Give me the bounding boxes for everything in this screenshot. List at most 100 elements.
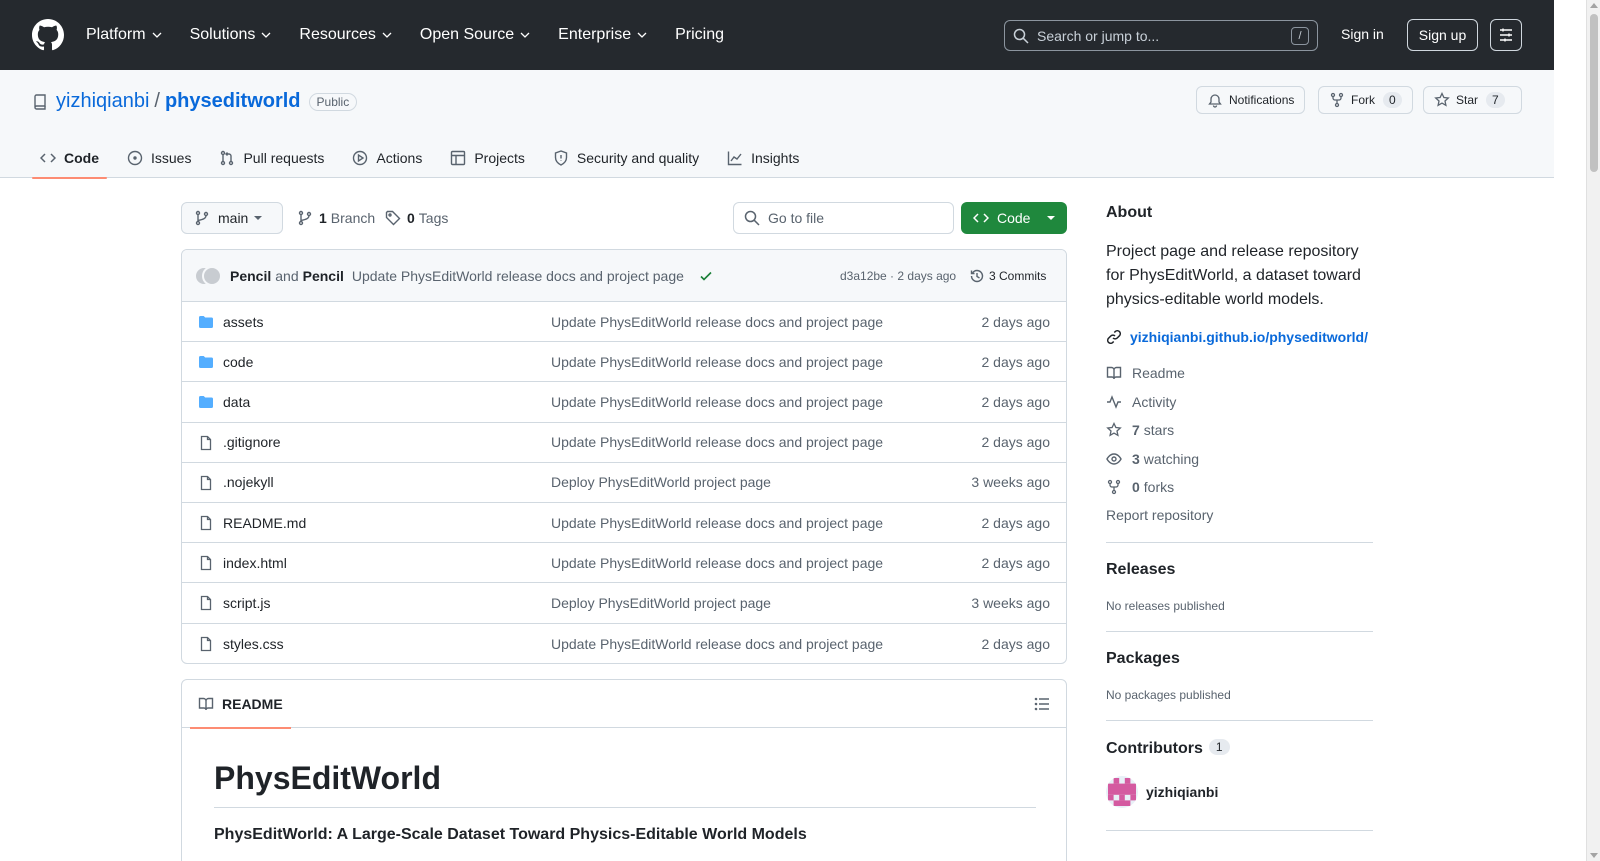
file-commit-message-link[interactable]: Deploy PhysEditWorld project page — [551, 474, 771, 490]
readme-tab[interactable]: README — [190, 680, 291, 729]
file-row[interactable]: .gitignore Update PhysEditWorld release d… — [182, 423, 1066, 463]
file-commit-message-link[interactable]: Update PhysEditWorld release docs and pr… — [551, 394, 883, 410]
stars-link[interactable]: 7 stars — [1106, 422, 1174, 438]
nav-label: Resources — [299, 26, 376, 43]
commit-sha-link[interactable]: d3a12be · 2 days ago — [840, 269, 956, 283]
scrollbar-thumb[interactable] — [1590, 14, 1598, 172]
stars-label: stars — [1143, 422, 1175, 438]
file-commit-message-link[interactable]: Update PhysEditWorld release docs and pr… — [551, 434, 883, 450]
file-row[interactable]: styles.css Update PhysEditWorld release d… — [182, 624, 1066, 664]
nav-resources[interactable]: Resources — [299, 26, 392, 44]
global-header: Platform Solutions Resources Open Source… — [0, 0, 1554, 70]
branch-name: main — [218, 210, 249, 226]
forks-link[interactable]: 0 forks — [1106, 479, 1174, 495]
scroll-down-arrow-icon[interactable] — [1590, 853, 1598, 858]
repo-owner-link[interactable]: yizhiqianbi — [56, 90, 149, 113]
file-commit-message-link[interactable]: Update PhysEditWorld release docs and pr… — [551, 515, 883, 531]
file-name-link[interactable]: code — [223, 354, 253, 370]
file-name-link[interactable]: data — [223, 394, 250, 410]
command-palette-button[interactable] — [1490, 19, 1522, 51]
file-list: assets Update PhysEditWorld release docs … — [182, 302, 1066, 664]
tab-security[interactable]: Security and quality — [545, 138, 707, 178]
nav-label: Platform — [86, 26, 146, 43]
branch-selector-button[interactable]: main — [181, 202, 283, 234]
readme-link[interactable]: Readme — [1106, 365, 1185, 381]
sign-in-link[interactable]: Sign in — [1341, 26, 1384, 42]
file-name-link[interactable]: assets — [223, 314, 263, 330]
homepage-link[interactable]: yizhiqianbi.github.io/physeditworld/ — [1106, 329, 1368, 345]
github-logo-icon[interactable] — [32, 19, 64, 51]
file-commit-message-link[interactable]: Update PhysEditWorld release docs and pr… — [551, 636, 883, 652]
list-icon[interactable] — [1034, 696, 1050, 712]
tab-projects[interactable]: Projects — [442, 138, 533, 178]
file-row[interactable]: code Update PhysEditWorld release docs an… — [182, 342, 1066, 383]
star-button[interactable]: Star 7 — [1423, 86, 1522, 114]
commits-history-link[interactable]: 3 Commits — [969, 268, 1046, 284]
packages-heading[interactable]: Packages — [1106, 650, 1180, 668]
file-row[interactable]: .nojekyll Deploy PhysEditWorld project pa… — [182, 463, 1066, 503]
contributor-item[interactable]: yizhiqianbi — [1106, 776, 1218, 808]
commit-author-link[interactable]: Pencil — [230, 268, 271, 284]
tab-insights[interactable]: Insights — [719, 138, 807, 178]
contributors-heading[interactable]: Contributors 1 — [1106, 739, 1230, 758]
file-row[interactable]: data Update PhysEditWorld release docs an… — [182, 382, 1066, 423]
releases-heading[interactable]: Releases — [1106, 561, 1175, 579]
commit-avatars[interactable] — [194, 264, 222, 288]
chevron-down-icon — [637, 32, 647, 38]
watching-count: 3 — [1132, 451, 1140, 467]
file-row[interactable]: assets Update PhysEditWorld release docs … — [182, 302, 1066, 343]
chevron-down-icon — [152, 32, 162, 38]
file-name-link[interactable]: styles.css — [223, 636, 284, 652]
folder-icon-wrap — [198, 354, 214, 370]
nav-solutions[interactable]: Solutions — [190, 26, 272, 44]
scroll-up-arrow-icon[interactable] — [1590, 3, 1598, 8]
forks-label: forks — [1143, 479, 1175, 495]
file-row[interactable]: index.html Update PhysEditWorld release d… — [182, 543, 1066, 584]
file-row[interactable]: script.js Deploy PhysEditWorld project pa… — [182, 583, 1066, 624]
branches-link[interactable]: 1 Branch — [297, 210, 375, 226]
sign-up-button[interactable]: Sign up — [1407, 19, 1478, 51]
file-name-link[interactable]: .nojekyll — [223, 474, 274, 490]
nav-enterprise[interactable]: Enterprise — [558, 26, 647, 44]
repo-name-link[interactable]: physeditworld — [165, 90, 301, 113]
file-row[interactable]: README.md Update PhysEditWorld release do… — [182, 503, 1066, 544]
file-commit-message-link[interactable]: Update PhysEditWorld release docs and pr… — [551, 354, 883, 370]
code-button-label: Code — [997, 210, 1031, 226]
file-commit-message-link[interactable]: Deploy PhysEditWorld project page — [551, 595, 771, 611]
report-repository-link[interactable]: Report repository — [1106, 507, 1213, 523]
file-name-link[interactable]: README.md — [223, 515, 306, 531]
watchers-link[interactable]: 3 watching — [1106, 451, 1199, 467]
go-to-file-input[interactable]: Go to file — [733, 202, 954, 234]
notifications-button[interactable]: Notifications — [1196, 86, 1306, 114]
code-dropdown-button[interactable]: Code — [961, 202, 1067, 234]
nav-open-source[interactable]: Open Source — [420, 26, 530, 44]
file-name-link[interactable]: .gitignore — [223, 434, 281, 450]
fork-count: 0 — [1383, 92, 1402, 108]
page-scrollbar[interactable] — [1586, 0, 1600, 861]
branch-icon — [195, 210, 209, 226]
commit-message-link[interactable]: Update PhysEditWorld release docs and pr… — [352, 268, 684, 284]
history-icon — [970, 269, 984, 282]
nav-pricing[interactable]: Pricing — [675, 26, 724, 44]
search-input[interactable]: Search or jump to... / — [1004, 20, 1318, 51]
tab-pull-requests[interactable]: Pull requests — [211, 138, 332, 178]
divider — [1106, 542, 1373, 543]
shield-icon — [554, 150, 568, 166]
activity-link[interactable]: Activity — [1106, 394, 1176, 410]
fork-button[interactable]: Fork 0 — [1318, 86, 1413, 114]
tag-icon — [385, 210, 401, 226]
tab-code[interactable]: Code — [32, 138, 107, 179]
file-name-link[interactable]: index.html — [223, 555, 287, 571]
file-name-link[interactable]: script.js — [223, 595, 270, 611]
file-commit-message-link[interactable]: Update PhysEditWorld release docs and pr… — [551, 314, 883, 330]
file-commit-message-link[interactable]: Update PhysEditWorld release docs and pr… — [551, 555, 883, 571]
commit-coauthor-link[interactable]: Pencil — [303, 268, 344, 284]
file-age: 2 days ago — [981, 393, 1051, 410]
go-to-file-placeholder: Go to file — [768, 210, 825, 226]
tab-issues[interactable]: Issues — [119, 138, 199, 178]
check-icon[interactable] — [698, 268, 714, 284]
tab-actions[interactable]: Actions — [344, 138, 430, 178]
sliders-icon — [1500, 28, 1512, 42]
nav-platform[interactable]: Platform — [86, 26, 162, 44]
tags-link[interactable]: 0 Tags — [385, 210, 448, 226]
